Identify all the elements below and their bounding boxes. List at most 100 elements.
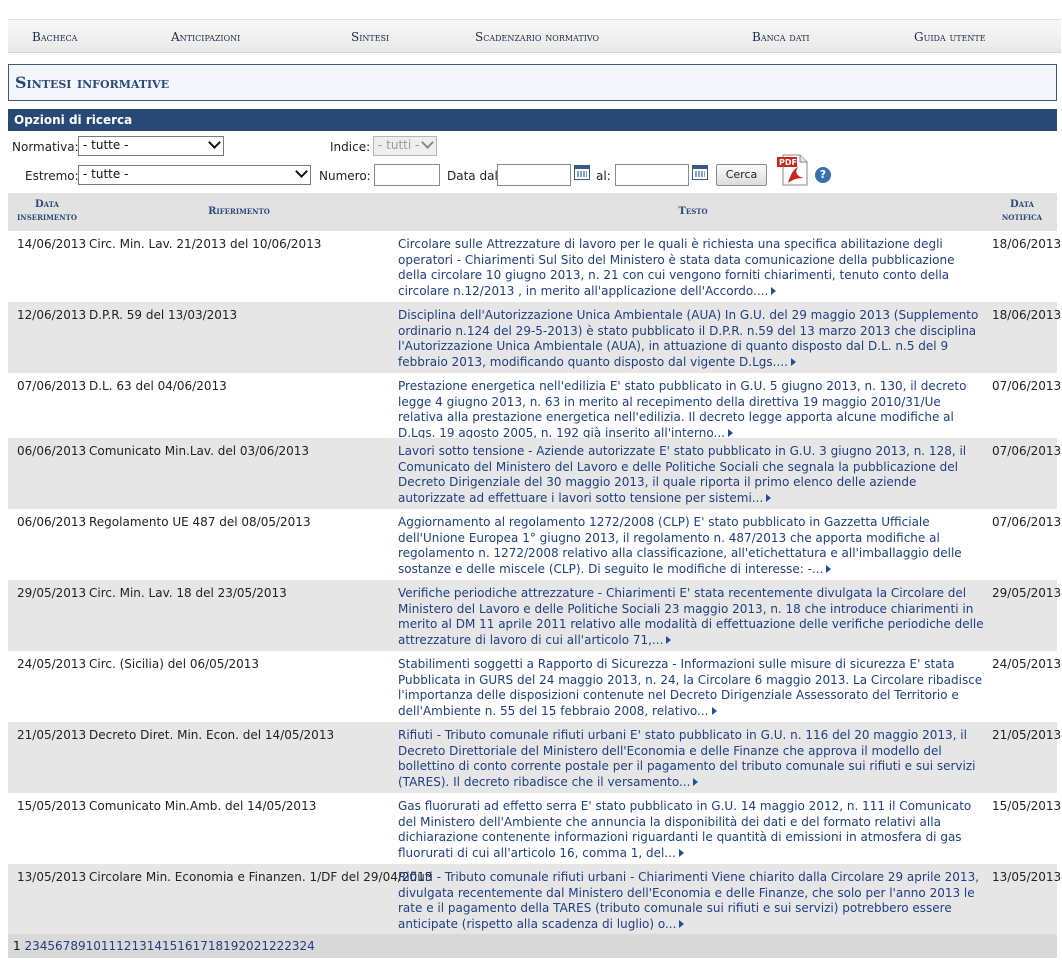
pdf-export-icon[interactable]: PDF [776, 153, 810, 187]
data-al-label: al: [596, 169, 611, 183]
row-notify-date: 07/06/2013 [992, 444, 1062, 458]
row-text-link[interactable]: Rifiuti - Tributo comunale rifiuti urban… [398, 728, 984, 790]
row-reference: D.P.R. 59 del 13/03/2013 [89, 308, 238, 322]
search-options-header: Opzioni di ricerca [8, 109, 1057, 131]
indice-select-value: - tutti - [378, 138, 420, 152]
header-data-notifica-line2: notifica [1001, 212, 1043, 223]
arrow-right-icon [679, 919, 685, 928]
numero-input[interactable] [374, 164, 440, 186]
page-link[interactable]: 22 [269, 939, 284, 953]
estremo-select[interactable]: - tutte - [78, 165, 311, 185]
cerca-button[interactable]: Cerca [716, 164, 767, 186]
row-text-link[interactable]: Verifiche periodiche attrezzature - Chia… [398, 586, 984, 648]
page-link[interactable]: 3 [32, 939, 40, 953]
nav-anticipazioni[interactable]: Anticipazioni [171, 30, 240, 44]
page-link[interactable]: 18 [208, 939, 223, 953]
row-text-link[interactable]: Prestazione energetica nell'edilizia E' … [398, 379, 984, 441]
pagination-list: 1 23456789101112131415161718192021222324 [13, 939, 315, 953]
page-link[interactable]: 11 [101, 939, 116, 953]
page-link[interactable]: 23 [284, 939, 299, 953]
row-reference: Circ. Min. Lav. 18 del 23/05/2013 [89, 586, 287, 600]
page-link[interactable]: 13 [131, 939, 146, 953]
header-data-inserimento-line2: inserimento [17, 212, 77, 223]
pagination: 1 23456789101112131415161718192021222324 [8, 934, 1057, 958]
row-text-link[interactable]: Stabilimenti soggetti a Rapporto di Sicu… [398, 657, 984, 719]
row-reference: Comunicato Min.Amb. del 14/05/2013 [89, 799, 317, 813]
data-al-input[interactable] [615, 164, 689, 186]
page-link[interactable]: 19 [223, 939, 238, 953]
normativa-label: Normativa: [12, 140, 79, 154]
row-reference: Regolamento UE 487 del 08/05/2013 [89, 515, 311, 529]
row-date: 13/05/2013 [17, 870, 87, 884]
help-icon[interactable]: ? [815, 167, 831, 183]
nav-guida-utente[interactable]: Guida utente [914, 30, 986, 44]
page-link[interactable]: 2 [24, 939, 32, 953]
row-notify-date: 18/06/2013 [992, 237, 1062, 251]
row-text: Gas fluorurati ad effetto serra E' stato… [398, 799, 972, 860]
arrow-right-icon [666, 635, 672, 644]
table-row: 06/06/2013 Regolamento UE 487 del 08/05/… [8, 509, 1061, 580]
page-link[interactable]: 21 [254, 939, 269, 953]
row-date: 24/05/2013 [17, 657, 87, 671]
nav-scadenzario-normativo[interactable]: Scadenzario normativo [475, 30, 599, 44]
page-link[interactable]: 5 [47, 939, 55, 953]
header-data-notifica[interactable]: Data notifica [992, 198, 1052, 224]
nav-banca-dati[interactable]: Banca dati [752, 30, 810, 44]
row-text: Lavori sotto tensione - Aziende autorizz… [398, 444, 967, 505]
row-date: 29/05/2013 [17, 586, 87, 600]
header-testo[interactable]: Testo [668, 205, 718, 218]
arrow-right-icon [678, 848, 684, 857]
arrow-right-icon [727, 428, 733, 437]
header-riferimento[interactable]: Riferimento [204, 205, 274, 218]
row-reference: D.L. 63 del 04/06/2013 [89, 379, 227, 393]
page-link[interactable]: 6 [55, 939, 63, 953]
chevron-down-icon [295, 165, 308, 178]
page-link[interactable]: 15 [162, 939, 177, 953]
arrow-right-icon [711, 706, 717, 715]
row-notify-date: 07/06/2013 [992, 379, 1062, 393]
calendar-icon[interactable] [692, 165, 708, 180]
page-link[interactable]: 9 [78, 939, 86, 953]
top-navigation: Bacheca Anticipazioni Sintesi Scadenzari… [8, 19, 1061, 53]
chevron-down-icon [421, 136, 434, 149]
page-link[interactable]: 16 [177, 939, 192, 953]
row-reference: Comunicato Min.Lav. del 03/06/2013 [89, 444, 310, 458]
nav-sintesi[interactable]: Sintesi [351, 30, 389, 44]
indice-select[interactable]: - tutti - [373, 136, 437, 156]
row-notify-date: 29/05/2013 [992, 586, 1062, 600]
header-data-inserimento[interactable]: Data inserimento [12, 198, 82, 224]
row-text-link[interactable]: Lavori sotto tensione - Aziende autorizz… [398, 444, 984, 506]
svg-text:PDF: PDF [779, 158, 797, 167]
normativa-select[interactable]: - tutte - [78, 136, 224, 156]
page-link[interactable]: 24 [300, 939, 315, 953]
row-text-link[interactable]: Disciplina dell'Autorizzazione Unica Amb… [398, 308, 984, 370]
arrow-right-icon [771, 286, 777, 295]
page-link[interactable]: 12 [116, 939, 131, 953]
page-title-box: Sintesi informative [8, 64, 1057, 101]
nav-bacheca[interactable]: Bacheca [32, 30, 77, 44]
page-link[interactable]: 8 [70, 939, 78, 953]
row-notify-date: 13/05/2013 [992, 870, 1062, 884]
page-link[interactable]: 17 [193, 939, 208, 953]
calendar-icon[interactable] [574, 165, 590, 180]
data-dal-input[interactable] [497, 164, 571, 186]
table-row: 13/05/2013 Circolare Min. Economia e Fin… [8, 864, 1061, 934]
table-row: 12/06/2013 D.P.R. 59 del 13/03/2013 Disc… [8, 302, 1061, 373]
estremo-label: Estremo: [25, 169, 79, 183]
row-notify-date: 18/06/2013 [992, 308, 1062, 322]
row-text-link[interactable]: Aggiornamento al regolamento 1272/2008 (… [398, 515, 984, 577]
row-text-link[interactable]: Circolare sulle Attrezzature di lavoro p… [398, 237, 984, 299]
table-header: Data inserimento Riferimento Testo Data … [8, 193, 1057, 231]
row-text-link[interactable]: Rifiuti - Tributo comunale rifiuti urban… [398, 870, 984, 932]
row-reference: Circolare Min. Economia e Finanzen. 1/DF… [89, 870, 433, 884]
row-text-link[interactable]: Gas fluorurati ad effetto serra E' stato… [398, 799, 984, 861]
page-link[interactable]: 20 [238, 939, 253, 953]
numero-label: Numero: [319, 169, 371, 183]
normativa-select-value: - tutte - [83, 138, 129, 152]
table-row: 21/05/2013 Decreto Diret. Min. Econ. del… [8, 722, 1061, 793]
page-link[interactable]: 14 [147, 939, 162, 953]
row-notify-date: 15/05/2013 [992, 799, 1062, 813]
page-link[interactable]: 10 [86, 939, 101, 953]
header-data-notifica-line1: Data [1010, 199, 1034, 210]
row-text: Disciplina dell'Autorizzazione Unica Amb… [398, 308, 979, 369]
